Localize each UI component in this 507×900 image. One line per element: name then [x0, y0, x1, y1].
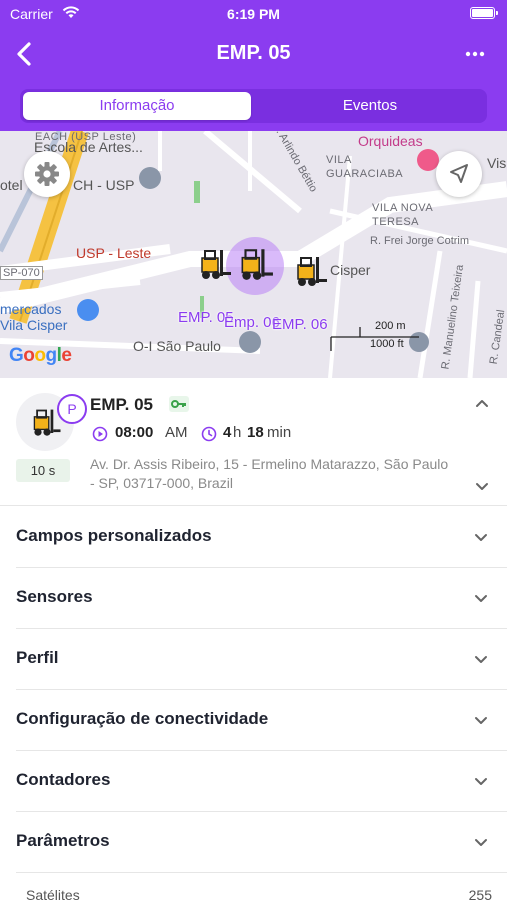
- duration-minutes-unit: min: [267, 424, 292, 441]
- collapse-button[interactable]: [471, 392, 493, 414]
- satellites-label: Satélites: [26, 887, 80, 900]
- chevron-down-icon: [475, 778, 487, 785]
- chevron-down-icon: [475, 534, 487, 541]
- device-name: EMP. 05: [90, 395, 154, 414]
- map-label-sp070: SP-070: [0, 266, 43, 280]
- forklift-icon[interactable]: [196, 246, 232, 282]
- map-view[interactable]: EACH (USP Leste) Escola de Artes... CH -…: [0, 131, 507, 378]
- more-options-button[interactable]: [457, 36, 493, 72]
- map-label-cisper: Cisper: [330, 262, 371, 278]
- map-label-mercados: mercados: [0, 301, 62, 317]
- key-icon: [169, 396, 189, 412]
- chevron-down-icon: [476, 483, 488, 490]
- satellites-row: Satélites 255: [26, 887, 492, 900]
- start-time: 08:00: [115, 424, 154, 441]
- map-label-vila-guaraciaba: VILA GUARACIABA: [326, 154, 404, 180]
- map-label-vila-cisper: Vila Cisper: [0, 317, 68, 333]
- device-address: Av. Dr. Assis Ribeiro, 15 - Ermelino Mat…: [90, 456, 449, 491]
- section-label: Campos personalizados: [16, 526, 212, 545]
- header: Carrier 6:19 PM EMP. 05 Informação Event…: [0, 0, 507, 131]
- tab-informacao[interactable]: Informação: [23, 92, 251, 120]
- expand-address-button[interactable]: [471, 475, 493, 497]
- battery-icon: [470, 7, 498, 19]
- google-logo: Google: [9, 345, 72, 366]
- map-label-oi-sao-paulo: O-I São Paulo: [133, 338, 221, 354]
- more-icon: [465, 51, 485, 57]
- map-label-ch-usp: CH - USP: [73, 177, 135, 193]
- chevron-down-icon: [475, 656, 487, 663]
- scale-imperial: 1000 ft: [370, 338, 404, 350]
- chevron-down-icon: [475, 717, 487, 724]
- map-label-frei-jorge: R. Frei Jorge Cotrim: [370, 235, 470, 247]
- section-sensores[interactable]: Sensores: [16, 568, 507, 629]
- clock-icon: [201, 426, 217, 442]
- device-summary-card: P EMP. 05 08:00 AM 4 h 18 min 10 s Av. D…: [0, 378, 507, 506]
- forklift-icon[interactable]: [292, 253, 328, 289]
- duration-hours-unit: h: [233, 424, 242, 441]
- section-configuracao-conectividade[interactable]: Configuração de conectividade: [16, 690, 507, 751]
- status-bar: Carrier 6:19 PM: [0, 0, 507, 28]
- map-settings-button[interactable]: [24, 151, 70, 197]
- chevron-down-icon: [475, 595, 487, 602]
- section-label: Contadores: [16, 770, 111, 789]
- map-locate-button[interactable]: [436, 151, 482, 197]
- gear-icon: [35, 162, 59, 186]
- start-time-suffix: AM: [165, 424, 188, 441]
- map-scale: 200 m 1000 ft: [330, 317, 420, 355]
- tab-control: Informação Eventos: [20, 89, 487, 123]
- section-label: Configuração de conectividade: [16, 709, 269, 728]
- section-label: Sensores: [16, 587, 93, 606]
- section-perfil[interactable]: Perfil: [16, 629, 507, 690]
- sections-list: Campos personalizados Sensores Perfil Co…: [0, 507, 507, 873]
- satellites-value: 255: [468, 887, 492, 900]
- section-contadores[interactable]: Contadores: [16, 751, 507, 812]
- section-parametros[interactable]: Parâmetros: [16, 812, 507, 873]
- chevron-up-icon: [476, 400, 488, 407]
- duration-hours: 4: [223, 424, 232, 441]
- map-label-vis: Vis: [487, 155, 507, 171]
- map-label-orquideas: Orquideas: [358, 133, 423, 149]
- vehicle-label: EMP. 06: [272, 316, 328, 333]
- map-label-usp-leste: USP - Leste: [76, 245, 152, 261]
- section-campos-personalizados[interactable]: Campos personalizados: [16, 507, 507, 568]
- location-arrow-icon: [450, 164, 468, 183]
- map-label-vila-nova-teresa: VILA NOVA TERESA: [372, 202, 434, 228]
- duration-minutes: 18: [247, 424, 264, 441]
- app-screen: Carrier 6:19 PM EMP. 05 Informação Event…: [0, 0, 507, 900]
- section-label: Parâmetros: [16, 831, 110, 850]
- chevron-down-icon: [475, 839, 487, 846]
- interval-badge: 10 s: [16, 459, 70, 482]
- clock: 6:19 PM: [227, 6, 280, 22]
- navigation-bar: EMP. 05: [0, 32, 507, 76]
- page-title: EMP. 05: [216, 42, 291, 64]
- tab-eventos[interactable]: Eventos: [256, 92, 484, 120]
- play-circle-icon: [92, 426, 108, 442]
- parking-badge: P: [57, 394, 87, 424]
- section-label: Perfil: [16, 648, 59, 667]
- map-label-hotel: otel: [0, 177, 23, 193]
- scale-metric: 200 m: [375, 320, 406, 332]
- forklift-icon[interactable]: [236, 245, 274, 283]
